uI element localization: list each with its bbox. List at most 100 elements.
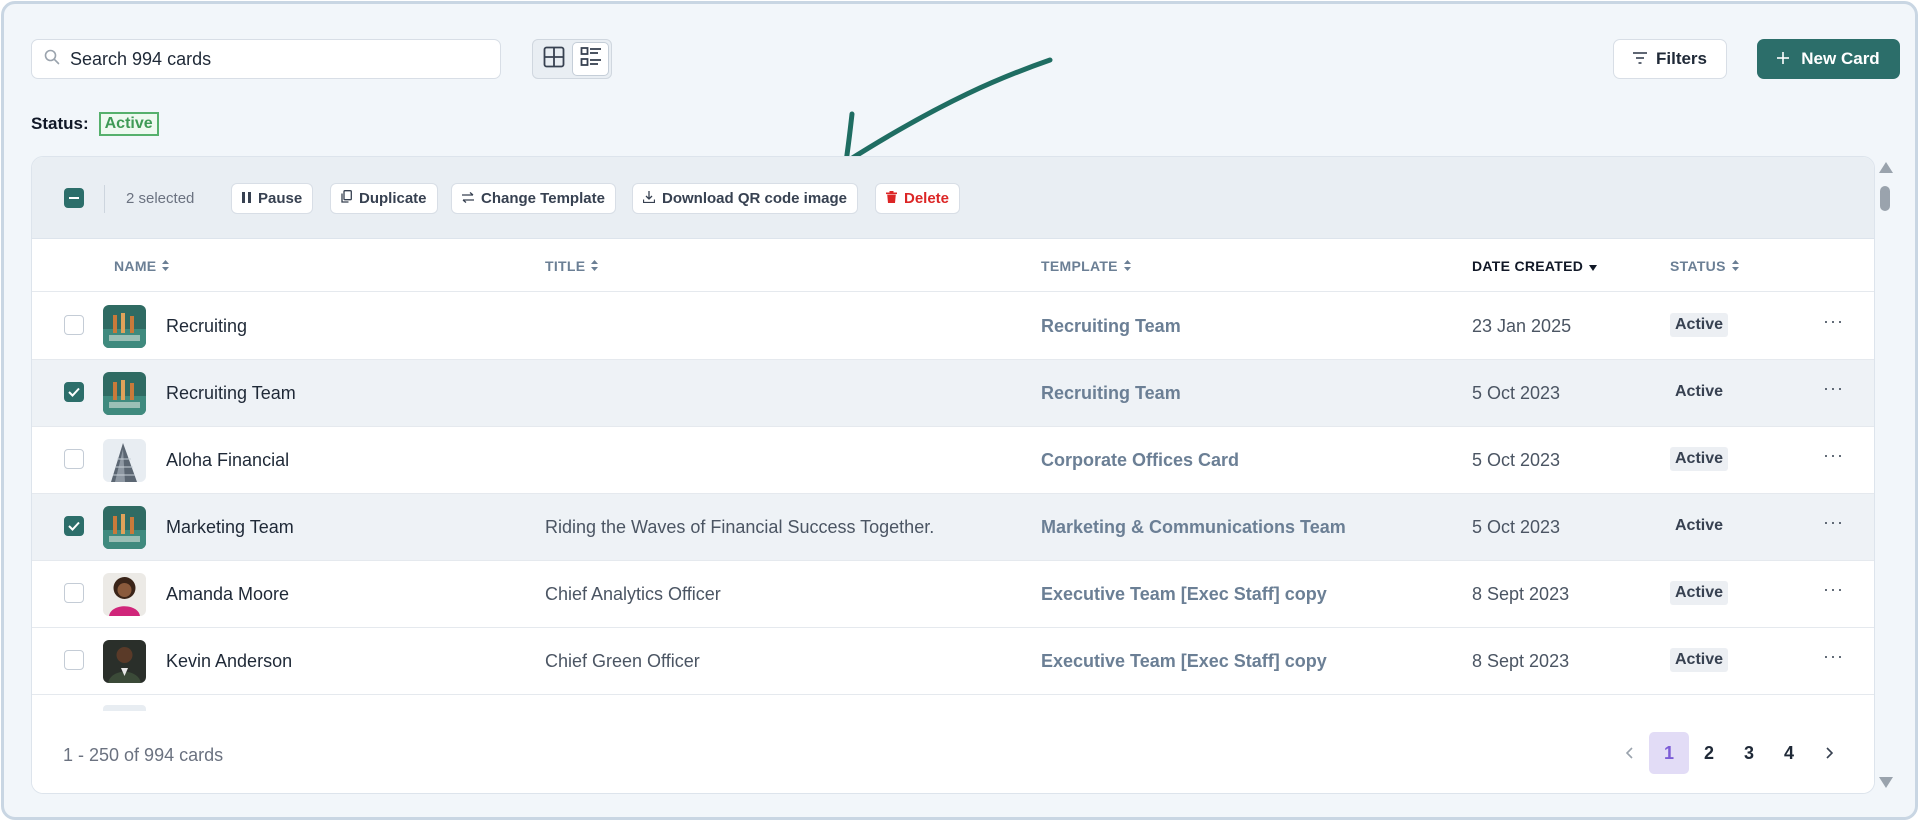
filter-icon: [1632, 49, 1647, 69]
duplicate-button[interactable]: Duplicate: [330, 183, 438, 214]
page-button-4[interactable]: 4: [1769, 732, 1809, 774]
more-options-icon[interactable]: ···: [1823, 378, 1844, 399]
prev-page-button[interactable]: [1609, 732, 1649, 774]
cell-date: 8 Sept 2023: [1472, 651, 1570, 671]
row-checkbox[interactable]: [64, 516, 84, 536]
column-header-name[interactable]: NAME: [114, 258, 170, 274]
list-view-icon: [580, 46, 602, 73]
cell-title: Chief Analytics Officer: [545, 584, 721, 604]
table-row[interactable]: Kevin Anderson Chief Green Officer Execu…: [32, 628, 1874, 695]
new-card-label: New Card: [1801, 49, 1880, 68]
delete-button[interactable]: Delete: [875, 183, 961, 214]
row-checkbox[interactable]: [64, 315, 84, 335]
new-card-button[interactable]: New Card: [1757, 39, 1900, 79]
column-title-label: TITLE: [545, 258, 586, 274]
page-button-1[interactable]: 1: [1649, 732, 1689, 774]
cell-template[interactable]: Marketing & Communications Team: [1041, 517, 1346, 538]
cell-date: 5 Oct 2023: [1472, 383, 1561, 403]
copy-icon: [341, 190, 352, 207]
sort-icon: [1123, 258, 1131, 274]
cell-date: 5 Oct 2023: [1472, 450, 1561, 470]
cards-table: 2 selected Pause Duplicate Change Templa…: [31, 156, 1875, 794]
page-button-2[interactable]: 2: [1689, 732, 1729, 774]
chevron-right-icon: [1825, 743, 1833, 764]
trash-icon: [886, 190, 897, 207]
search-icon: [44, 49, 60, 70]
filters-label: Filters: [1655, 49, 1708, 68]
table-row[interactable]: Marketing Team Riding the Waves of Finan…: [32, 494, 1874, 561]
cell-name[interactable]: Aloha Financial: [166, 450, 289, 471]
bulk-divider: [104, 185, 105, 213]
view-toggle: [532, 39, 612, 79]
pagination-range: 1 - 250 of 994 cards: [63, 745, 224, 765]
row-checkbox[interactable]: [64, 449, 84, 469]
status-badge: Active: [1670, 648, 1729, 672]
column-header-title[interactable]: TITLE: [545, 258, 599, 274]
table-row[interactable]: Recruiting Recruiting Team 23 Jan 2025 A…: [32, 293, 1874, 360]
scroll-thumb[interactable]: [1880, 186, 1890, 211]
cell-title: Chief Green Officer: [545, 651, 700, 671]
cell-template[interactable]: Executive Team [Exec Staff] copy: [1041, 651, 1327, 672]
search-input[interactable]: Search 994 cards: [31, 39, 501, 79]
filters-button[interactable]: Filters: [1613, 39, 1727, 79]
row-checkbox[interactable]: [64, 382, 84, 402]
cell-name[interactable]: Kevin Anderson: [166, 651, 292, 672]
grid-view-button[interactable]: [535, 42, 572, 76]
plus-icon: [1777, 49, 1790, 69]
column-status-label: STATUS: [1670, 258, 1726, 274]
cell-template[interactable]: Executive Team [Exec Staff] copy: [1041, 584, 1327, 605]
more-options-icon[interactable]: ···: [1823, 311, 1844, 332]
row-checkbox[interactable]: [64, 583, 84, 603]
column-header-template[interactable]: TEMPLATE: [1041, 258, 1131, 274]
scroll-down-icon[interactable]: [1879, 777, 1893, 788]
app-frame: Search 994 cards Filters New Card Status…: [1, 1, 1918, 820]
column-template-label: TEMPLATE: [1041, 258, 1118, 274]
avatar: [103, 305, 146, 348]
cell-name[interactable]: Marketing Team: [166, 517, 294, 538]
chevron-left-icon: [1625, 743, 1633, 764]
more-options-icon[interactable]: ···: [1823, 646, 1844, 667]
status-filter-chip[interactable]: Active: [98, 112, 159, 136]
change-template-button[interactable]: Change Template: [451, 183, 616, 214]
row-checkbox[interactable]: [64, 650, 84, 670]
more-options-icon[interactable]: ···: [1823, 579, 1844, 600]
more-options-icon[interactable]: ···: [1823, 445, 1844, 466]
selected-count: 2 selected: [126, 190, 195, 207]
cell-date: 5 Oct 2023: [1472, 517, 1561, 537]
table-row[interactable]: Amanda Moore Chief Analytics Officer Exe…: [32, 561, 1874, 628]
more-options-icon[interactable]: ···: [1823, 512, 1844, 533]
status-filter: Status: Active: [31, 112, 159, 136]
avatar: [103, 640, 146, 683]
table-row[interactable]: Aloha Financial Corporate Offices Card 5…: [32, 427, 1874, 494]
column-name-label: NAME: [114, 258, 157, 274]
list-view-button[interactable]: [572, 42, 609, 76]
table-header: NAME TITLE TEMPLATE DATE CREATED STATUS: [32, 240, 1874, 292]
pause-icon: [242, 190, 251, 207]
cell-template[interactable]: Recruiting Team: [1041, 316, 1181, 337]
status-badge: Active: [1675, 383, 1724, 400]
pause-button[interactable]: Pause: [231, 183, 314, 214]
column-header-date-created[interactable]: DATE CREATED: [1472, 258, 1598, 274]
cell-name[interactable]: Recruiting Team: [166, 383, 296, 404]
status-badge: Active: [1670, 313, 1729, 337]
vertical-scrollbar[interactable]: [1878, 160, 1893, 790]
status-badge: Active: [1670, 447, 1729, 471]
cell-template[interactable]: Recruiting Team: [1041, 383, 1181, 404]
sort-icon: [1731, 258, 1739, 274]
scroll-up-icon[interactable]: [1879, 162, 1893, 173]
cell-template[interactable]: Corporate Offices Card: [1041, 450, 1239, 471]
cell-name[interactable]: Recruiting: [166, 316, 247, 337]
table-row-partial: [32, 697, 1874, 711]
download-qr-button[interactable]: Download QR code image: [632, 183, 859, 214]
duplicate-label: Duplicate: [359, 190, 427, 207]
column-header-status[interactable]: STATUS: [1670, 258, 1739, 274]
table-row[interactable]: Recruiting Team Recruiting Team 5 Oct 20…: [32, 360, 1874, 427]
next-page-button[interactable]: [1809, 732, 1849, 774]
download-icon: [642, 190, 656, 207]
cell-name[interactable]: Amanda Moore: [166, 584, 289, 605]
avatar: [103, 573, 146, 616]
avatar: [103, 439, 146, 482]
page-button-3[interactable]: 3: [1729, 732, 1769, 774]
select-all-checkbox[interactable]: [64, 188, 84, 208]
swap-icon: [462, 190, 474, 207]
